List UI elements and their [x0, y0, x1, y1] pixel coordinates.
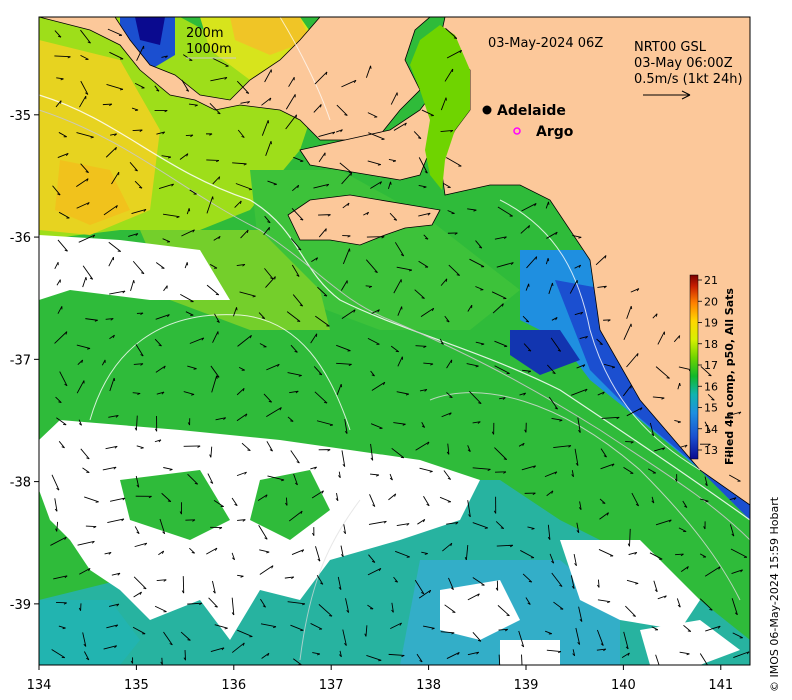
argo-label: Argo [536, 124, 574, 140]
x-tick-label: 140 [611, 678, 636, 693]
contour-label-1000m: 1000m [186, 42, 232, 57]
colorbar-tick-label: 15 [704, 402, 718, 415]
x-axis: 134 135 136 137 138 139 140 141 [27, 665, 733, 693]
sst-map: 134 135 136 137 138 139 140 141 -35 -36 -37 -38 -39… [10, 16, 751, 693]
y-tick-label: -36 [10, 231, 31, 246]
sst-field [39, 17, 750, 665]
y-tick-label: -37 [10, 353, 31, 368]
contour-label-200m: 200m [186, 26, 223, 41]
y-tick-label: -35 [10, 109, 31, 124]
x-tick-label: 135 [124, 678, 149, 693]
y-axis: -35 -36 -37 -38 -39 [10, 109, 39, 613]
map-timestamp: 03-May-2024 06Z [488, 36, 603, 51]
adelaide-marker [482, 105, 492, 115]
imos-credit: © IMOS 06-May-2024 15:59 Hobart [768, 496, 781, 692]
y-tick-label: -39 [10, 598, 31, 613]
colorbar-tick-label: 20 [704, 295, 718, 308]
adelaide-label: Adelaide [497, 103, 566, 119]
x-tick-label: 136 [221, 678, 246, 693]
colorbar-label: Filled 4h comp, p50, All Sats [723, 288, 736, 465]
colorbar [689, 274, 699, 460]
current-time-label: 03-May 06:00Z [634, 56, 733, 71]
x-tick-label: 139 [514, 678, 539, 693]
y-tick-label: -38 [10, 476, 31, 491]
colorbar-tick-label: 21 [704, 274, 718, 287]
x-tick-label: 137 [319, 678, 344, 693]
vector-scale-label: 0.5m/s (1kt 24h) [634, 72, 743, 87]
colorbar-tick-label: 19 [704, 317, 718, 330]
current-source-label: NRT00 GSL [634, 40, 707, 55]
colorbar-tick-label: 13 [704, 444, 718, 457]
x-tick-label: 141 [708, 678, 733, 693]
x-tick-label: 134 [27, 678, 52, 693]
x-tick-label: 138 [416, 678, 441, 693]
colorbar-tick-label: 14 [704, 423, 718, 436]
colorbar-tick-label: 17 [704, 359, 718, 372]
colorbar-tick-label: 18 [704, 338, 718, 351]
colorbar-tick-label: 16 [704, 380, 718, 393]
